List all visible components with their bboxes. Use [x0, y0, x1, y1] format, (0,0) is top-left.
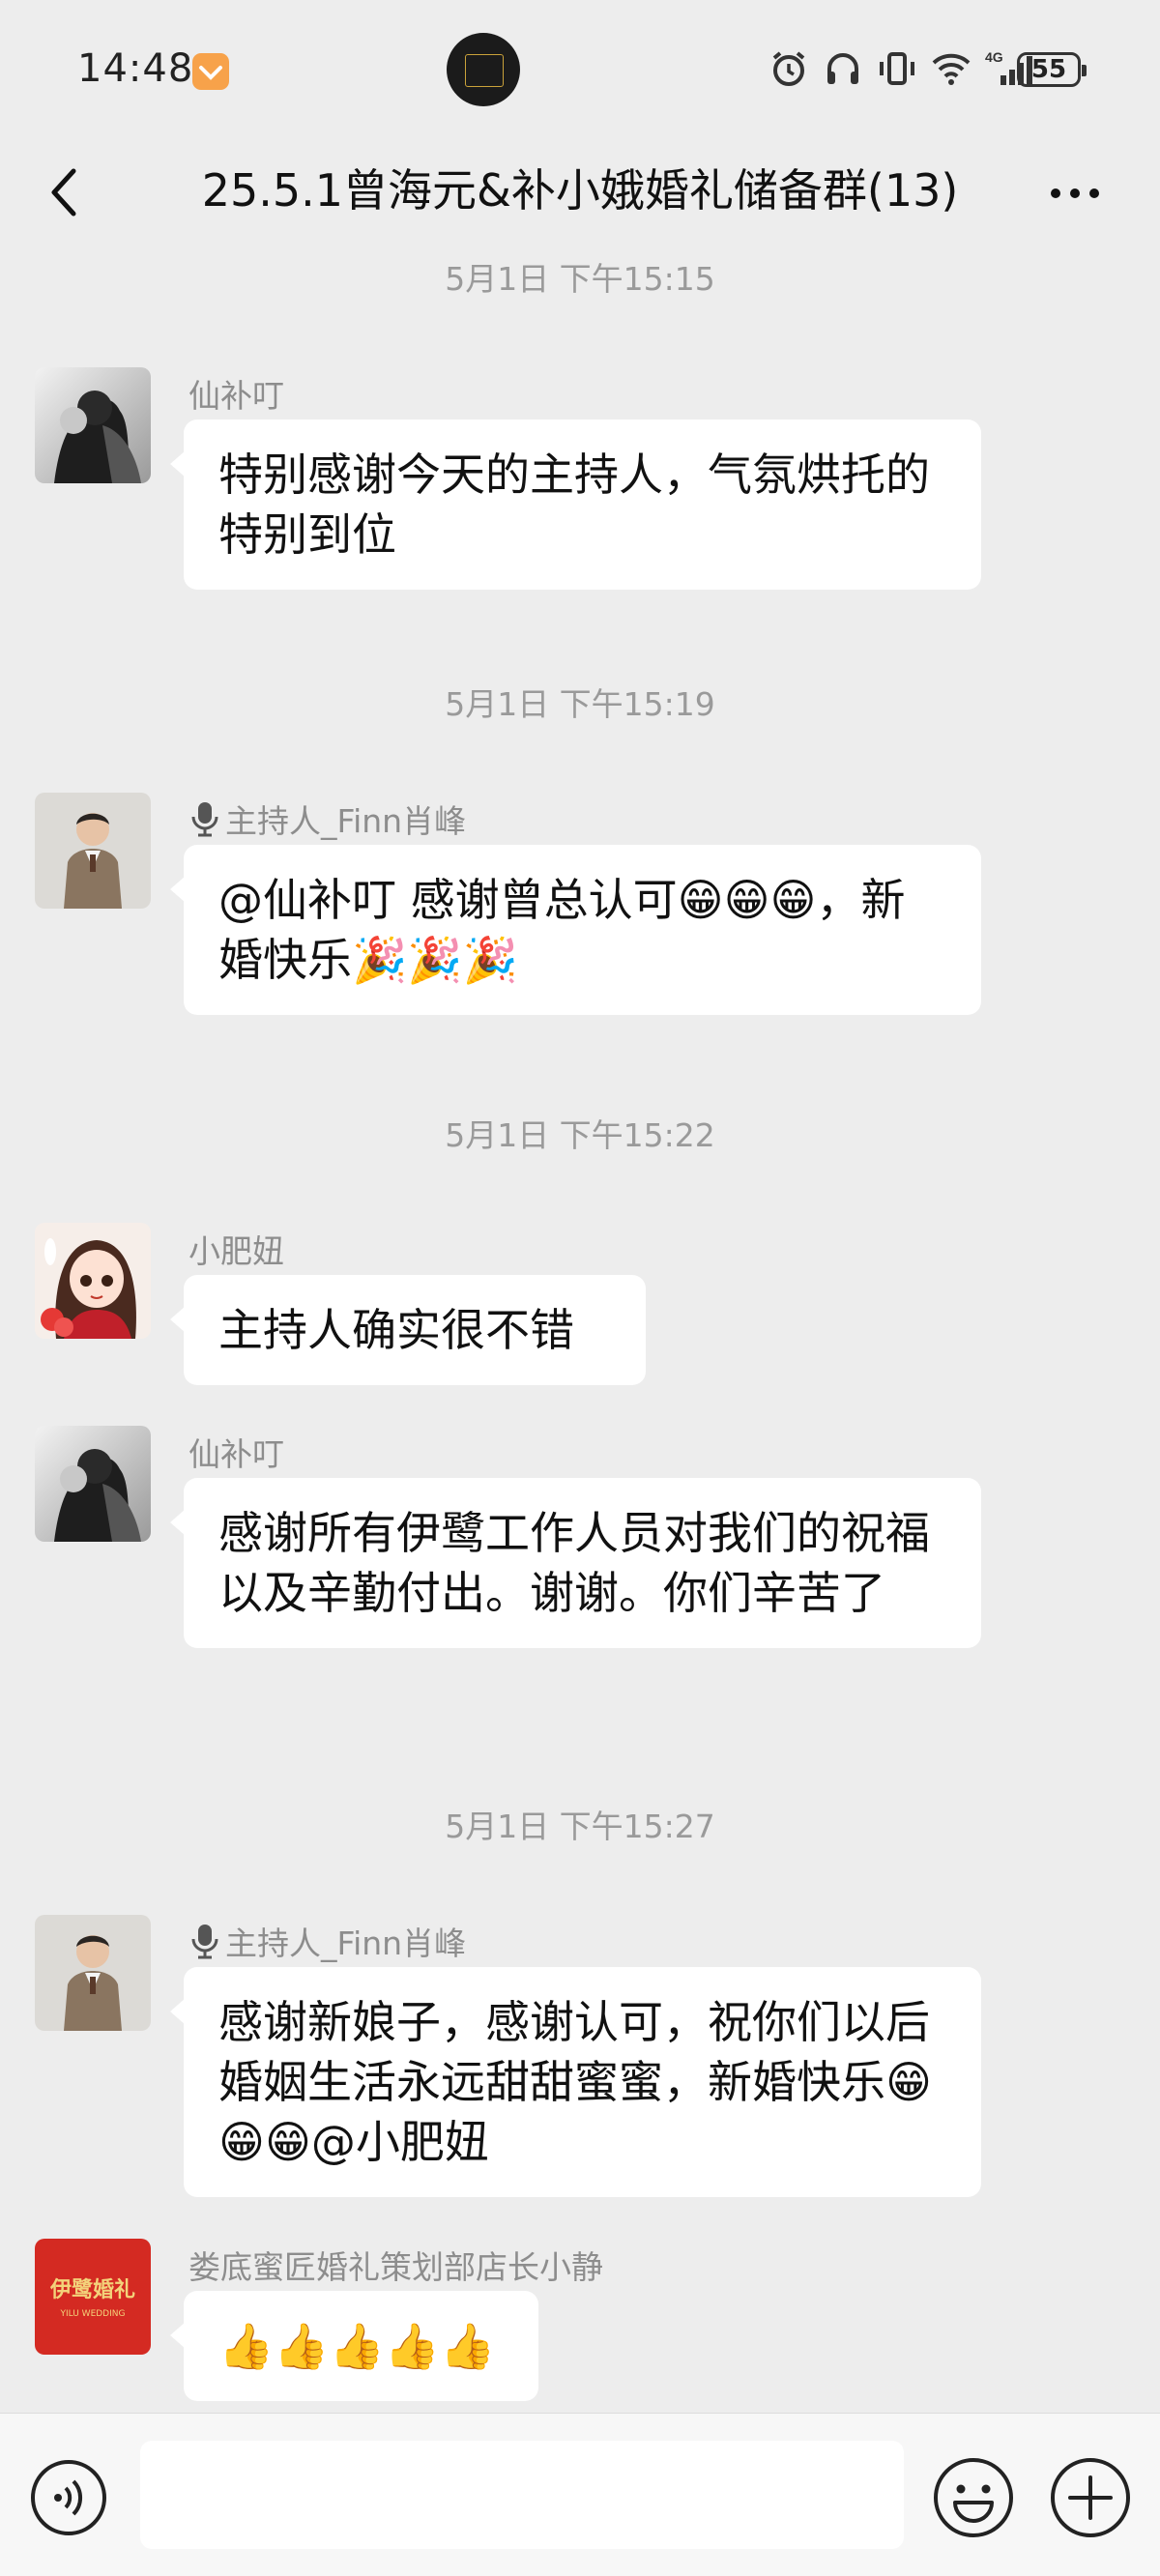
avatar-cartoon-girl[interactable]: [35, 1223, 151, 1339]
microphone-icon: [191, 802, 218, 837]
message-timestamp: 5月1日 下午15:27: [445, 1808, 715, 1845]
status-bar: 14:48 4G 55: [0, 0, 1160, 140]
microphone-icon: [191, 1925, 218, 1959]
sender-name-text: 主持人_Finn肖峰: [225, 1925, 467, 1962]
logo-subtext: YILU WEDDING: [60, 2309, 126, 2319]
logo-text: 伊鹭婚礼: [49, 2277, 135, 2302]
system-icons: 4G: [768, 48, 1039, 89]
sender-name: 仙补叮: [188, 377, 284, 415]
message-input[interactable]: [140, 2441, 904, 2549]
sender-name: 主持人_Finn肖峰: [188, 796, 466, 842]
headphones-icon: [827, 53, 858, 84]
svg-text:4G: 4G: [985, 49, 1003, 65]
message-timestamp: 5月1日 下午15:19: [445, 685, 715, 723]
sender-name-text: 主持人_Finn肖峰: [225, 802, 467, 840]
sender-name: 仙补叮: [188, 1435, 284, 1473]
status-time: 14:48: [77, 46, 194, 91]
message-timestamp: 5月1日 下午15:15: [445, 260, 715, 298]
avatar-wedding-logo[interactable]: 伊鹭婚礼 YILU WEDDING: [35, 2239, 151, 2355]
add-more-icon[interactable]: [1049, 2456, 1132, 2539]
input-bar: [0, 2413, 1160, 2576]
message-bubble[interactable]: 特别感谢今天的主持人，气氛烘托的特别到位: [170, 420, 981, 590]
message-bubble[interactable]: 感谢新娘子，感谢认可，祝你们以后婚姻生活永远甜甜蜜蜜，新婚快乐😁😁😁@小肥妞: [170, 1967, 981, 2197]
app-notification-icon: [192, 53, 229, 90]
sender-name: 主持人_Finn肖峰: [188, 1918, 466, 1964]
message-bubble[interactable]: 感谢所有伊鹭工作人员对我们的祝福以及辛勤付出。谢谢。你们辛苦了: [170, 1478, 981, 1648]
battery-indicator: 55: [1017, 52, 1087, 87]
avatar-host[interactable]: [35, 793, 151, 909]
vibrate-icon: [880, 52, 914, 85]
message-bubble[interactable]: @仙补叮 感谢曾总认可😁😁😁，新婚快乐🎉🎉🎉: [170, 845, 981, 1015]
message-bubble[interactable]: 👍👍👍👍👍: [170, 2291, 538, 2401]
chat-title: 25.5.1曾海元&补小娥婚礼储备群(13): [201, 164, 959, 217]
sender-name: 小肥妞: [188, 1232, 284, 1270]
message-timestamp: 5月1日 下午15:22: [445, 1116, 715, 1154]
more-options-icon[interactable]: [1044, 169, 1106, 217]
front-camera-cutout: [447, 33, 520, 106]
avatar-couple-photo[interactable]: [35, 1426, 151, 1542]
message-bubble[interactable]: 主持人确实很不错: [170, 1275, 646, 1385]
back-icon[interactable]: [41, 161, 87, 223]
wifi-icon: [932, 53, 971, 85]
alarm-icon: [772, 51, 805, 86]
sender-name: 娄底蜜匠婚礼策划部店长小静: [188, 2248, 603, 2286]
avatar-host[interactable]: [35, 1915, 151, 2031]
chat-header: 25.5.1曾海元&补小娥婚礼储备群(13): [0, 140, 1160, 256]
emoji-icon[interactable]: [932, 2456, 1015, 2539]
voice-input-icon[interactable]: [29, 2458, 108, 2537]
avatar-couple-photo[interactable]: [35, 367, 151, 483]
